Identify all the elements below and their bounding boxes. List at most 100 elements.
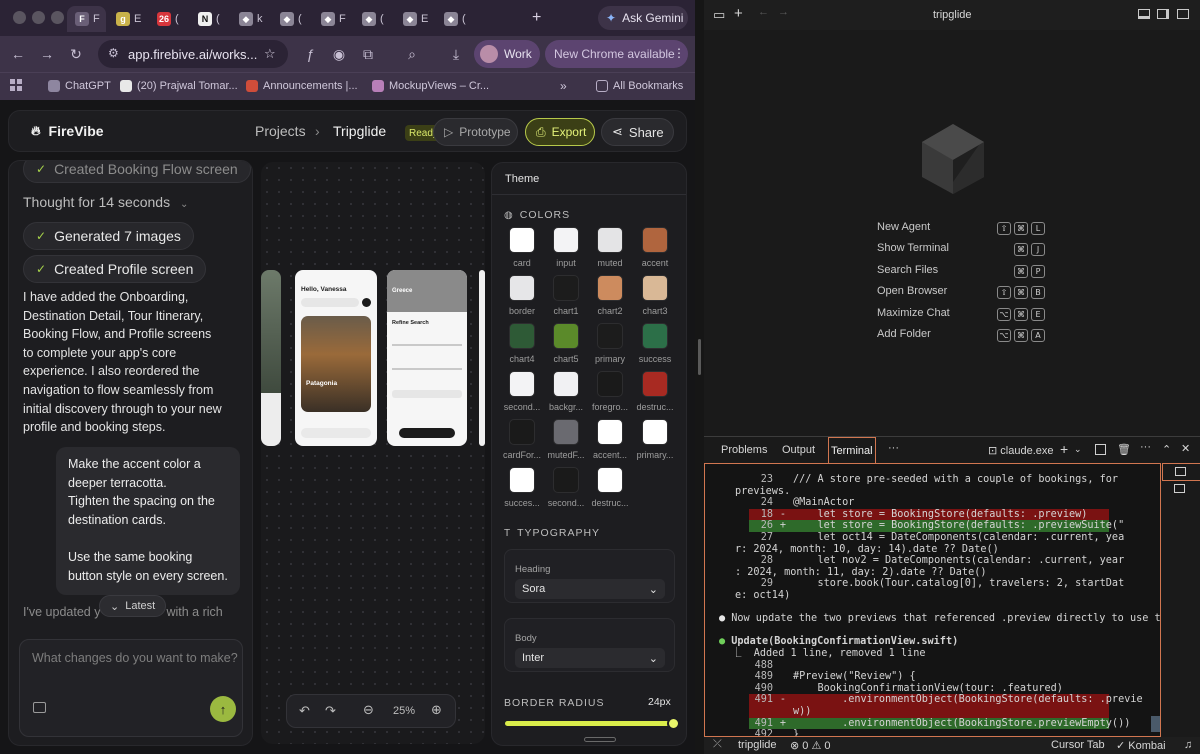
- tab-terminal[interactable]: Terminal: [828, 437, 876, 464]
- browser-tab[interactable]: gE: [108, 6, 147, 32]
- firevibe-logo[interactable]: 🔥︎ FireVibe: [31, 123, 104, 139]
- new-tab-icon[interactable]: +: [532, 9, 541, 27]
- browser-tab[interactable]: 26 (: [149, 6, 188, 32]
- zoom-out-icon[interactable]: ⊖: [363, 702, 374, 718]
- all-bookmarks-folder[interactable]: All Bookmarks: [596, 80, 683, 92]
- phone-preview-refine[interactable]: Greece Refine Search: [387, 270, 467, 446]
- chat-bubble-icon[interactable]: ▭: [713, 7, 725, 23]
- terminal-selector[interactable]: ⊡ claude.exe: [988, 444, 1054, 457]
- close-window-button[interactable]: [13, 11, 26, 24]
- chip-generated-images[interactable]: ✓ Generated 7 images: [23, 222, 194, 250]
- bookmark-chatgpt[interactable]: ChatGPT: [48, 80, 111, 92]
- body-font-select[interactable]: Inter ⌄: [515, 648, 665, 668]
- bookmark-mockupviews[interactable]: MockupViews – Cr...: [372, 80, 489, 92]
- trash-icon[interactable]: 🗑︎: [1117, 443, 1131, 456]
- color-swatch[interactable]: success: [633, 323, 677, 364]
- browser-tab[interactable]: ◆ F: [313, 6, 352, 32]
- project-name[interactable]: Tripglide: [333, 123, 386, 139]
- bookmarks-overflow-icon[interactable]: »: [560, 79, 567, 93]
- color-swatch[interactable]: succes...: [500, 467, 544, 508]
- workspace-name[interactable]: tripglide: [738, 739, 777, 751]
- plus-icon[interactable]: +: [734, 5, 743, 22]
- color-swatch[interactable]: card: [500, 227, 544, 268]
- color-swatch[interactable]: accent: [633, 227, 677, 268]
- problems-count[interactable]: ⊗ 0 ⚠ 0: [790, 739, 830, 752]
- split-terminal-icon[interactable]: [1095, 444, 1106, 455]
- image-attach-icon[interactable]: [33, 702, 46, 713]
- thought-toggle[interactable]: Thought for 14 seconds ⌄: [23, 194, 188, 210]
- color-swatch[interactable]: chart2: [588, 275, 632, 316]
- kombai-status[interactable]: ✓ Kombai: [1116, 739, 1166, 752]
- phone-preview-partial[interactable]: [261, 270, 281, 446]
- lens-icon[interactable]: ⌕: [403, 45, 421, 63]
- zoom-window-button[interactable]: [51, 11, 64, 24]
- prompt-input[interactable]: What changes do you want to make?: [32, 651, 238, 665]
- color-swatch[interactable]: chart3: [633, 275, 677, 316]
- undo-icon[interactable]: ↶: [299, 703, 310, 719]
- scroll-to-latest-button[interactable]: ⌄ Latest: [99, 595, 167, 617]
- heading-font-select[interactable]: Sora ⌄: [515, 579, 665, 599]
- design-canvas[interactable]: Hello, Vanessa Patagonia Greece Refine S…: [261, 162, 485, 744]
- send-button[interactable]: ↑: [210, 696, 236, 722]
- profile-work-button[interactable]: Work: [474, 40, 540, 68]
- cursor-tab-status[interactable]: Cursor Tab: [1051, 739, 1105, 751]
- browser-tab[interactable]: ◆ E: [395, 6, 434, 32]
- more-icon[interactable]: ···: [888, 442, 899, 454]
- browser-tab[interactable]: ◆ k: [231, 6, 270, 32]
- color-swatch[interactable]: chart4: [500, 323, 544, 364]
- terminal-instance-2[interactable]: [1162, 481, 1200, 499]
- prototype-button[interactable]: ▷ Prototype: [433, 118, 518, 146]
- chevron-down-icon[interactable]: ⌄: [1074, 444, 1082, 455]
- color-swatch[interactable]: cardFor...: [500, 419, 544, 460]
- close-panel-icon[interactable]: ✕: [1181, 442, 1190, 455]
- tab-problems[interactable]: Problems: [721, 444, 767, 456]
- terminal-scrollbar[interactable]: [1151, 716, 1160, 732]
- browser-tab[interactable]: N(: [190, 6, 229, 32]
- back-arrow-icon[interactable]: ←: [9, 45, 27, 63]
- download-icon[interactable]: ⤓: [447, 45, 465, 63]
- browser-tab[interactable]: ◆(: [272, 6, 311, 32]
- toggle-panel-icon[interactable]: [1138, 9, 1150, 19]
- browser-tab[interactable]: FF: [67, 6, 106, 32]
- color-swatch[interactable]: backgr...: [544, 371, 588, 412]
- bookmark-star-icon[interactable]: ☆: [264, 46, 276, 62]
- puzzle-extension-icon[interactable]: ⧉: [359, 45, 377, 63]
- color-swatch[interactable]: chart5: [544, 323, 588, 364]
- bookmark-announcements[interactable]: Announcements |...: [246, 80, 358, 92]
- apps-grid-icon[interactable]: [10, 79, 22, 91]
- site-settings-icon[interactable]: ⚙: [108, 46, 119, 60]
- color-swatch[interactable]: primary...: [633, 419, 677, 460]
- color-swatch[interactable]: input: [544, 227, 588, 268]
- zoom-in-icon[interactable]: ⊕: [431, 702, 442, 718]
- breadcrumb-projects[interactable]: Projects: [255, 123, 306, 139]
- formula-extension-icon[interactable]: ƒ: [301, 45, 319, 63]
- color-swatch[interactable]: border: [500, 275, 544, 316]
- address-bar[interactable]: ⚙ app.firebive.ai/works... ☆: [98, 40, 288, 68]
- split-divider[interactable]: [695, 0, 704, 754]
- slider-thumb[interactable]: [667, 717, 680, 730]
- new-terminal-icon[interactable]: +: [1060, 441, 1068, 457]
- terminal-instance-1[interactable]: [1162, 463, 1200, 481]
- color-swatch[interactable]: primary: [588, 323, 632, 364]
- chip-created-profile[interactable]: ✓ Created Profile screen: [23, 255, 207, 283]
- color-swatch[interactable]: destruc...: [633, 371, 677, 412]
- panel-scroll-handle[interactable]: [584, 737, 616, 742]
- minimize-window-button[interactable]: [32, 11, 45, 24]
- browser-tab[interactable]: ◆(: [354, 6, 393, 32]
- notifications-icon[interactable]: ♫: [1184, 739, 1192, 751]
- color-swatch[interactable]: mutedF...: [544, 419, 588, 460]
- reload-icon[interactable]: ↻: [67, 45, 85, 63]
- remote-icon[interactable]: ⤫: [713, 738, 722, 751]
- phone-preview-partial[interactable]: [479, 270, 485, 446]
- forward-arrow-icon[interactable]: →: [778, 6, 789, 18]
- share-button[interactable]: ⋖ Share: [601, 118, 674, 146]
- phone-preview-home[interactable]: Hello, Vanessa Patagonia: [295, 270, 377, 446]
- color-swatch[interactable]: destruc...: [588, 467, 632, 508]
- layout-icon[interactable]: [1177, 9, 1189, 19]
- color-swatch[interactable]: chart1: [544, 275, 588, 316]
- more-icon[interactable]: ···: [1140, 441, 1151, 453]
- back-arrow-icon[interactable]: ←: [758, 6, 769, 18]
- ask-gemini-button[interactable]: ✦ Ask Gemini: [598, 6, 688, 30]
- maximize-panel-icon[interactable]: ⌃: [1162, 443, 1171, 456]
- chat-composer[interactable]: What changes do you want to make? ↑: [19, 639, 243, 737]
